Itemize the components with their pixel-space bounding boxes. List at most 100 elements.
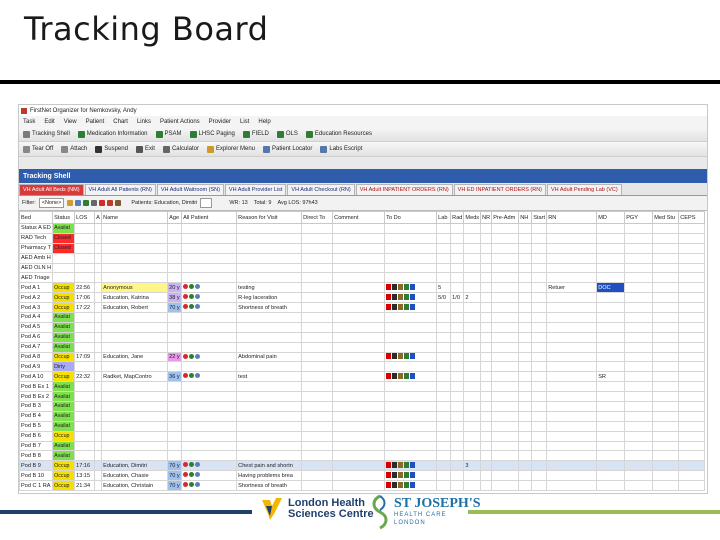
menu-item-links[interactable]: Links [137,119,151,125]
person-icon[interactable] [83,200,90,206]
tab-2[interactable]: VH Adult Waitroom (SN) [156,184,224,195]
column-header-pgy[interactable]: PGY [624,211,654,224]
cell-nh [518,381,533,393]
tab-7[interactable]: VH Adult Pending Lab (VC) [547,184,622,195]
table-row[interactable]: Pod B 9 Occup 17:16 Education, Dimitri 70 y C… [19,460,706,472]
column-header-status[interactable]: Status [52,211,76,224]
menu-item-patient-actions[interactable]: Patient Actions [160,119,200,125]
cell-preadm [491,242,520,254]
table-row[interactable]: Pod B 6 Occup [19,430,706,442]
table-row[interactable]: AED OLN H [19,262,706,274]
column-header-los[interactable]: LOS [74,211,96,224]
table-row[interactable]: Status A ED Availat [19,223,706,234]
toolbar1-button-education-resources[interactable]: Education Resources [305,130,372,138]
column-header-all-patient[interactable]: All Patient [181,211,238,224]
table-row[interactable]: Pod A 1 Occup 22:56 Anonymous 20 y testing 5 Re… [19,282,706,294]
column-header-a[interactable]: A [94,211,103,224]
column-header-age[interactable]: Age [167,211,183,224]
toolbar2-button-exit[interactable]: Exit [135,145,155,153]
sjh-logo: ST JOSEPH'S HEALTH CARE LONDON [370,494,481,530]
table-row[interactable]: RAD Tech Closed [19,232,706,244]
tab-1[interactable]: VH Adult All Patients (RN) [84,184,156,195]
patients-select[interactable] [200,198,213,208]
tab-5[interactable]: VH Adult INPATIENT ORDERS (RN) [355,184,453,195]
column-header-start[interactable]: Start [531,211,548,224]
menu-item-list[interactable]: List [240,119,249,125]
table-icon[interactable] [75,200,82,206]
column-header-meds[interactable]: Meds [463,211,482,224]
table-row[interactable]: Pod B 5 Availat [19,420,706,432]
table-row[interactable]: Pod A 8 Occup 17:09 Education, Jane 22 y Abdo… [19,351,706,363]
menu-item-chart[interactable]: Chart [113,119,128,125]
toolbar2-button-explorer-menu[interactable]: Explorer Menu [206,145,255,153]
table-row[interactable]: Pharmacy T Closed [19,242,706,254]
cell-todo [384,232,438,244]
tab-4[interactable]: VH Adult Checkout (RN) [287,184,355,195]
column-header-to-do[interactable]: To Do [384,211,438,224]
column-header-pre-adm[interactable]: Pre-Adm [491,211,520,224]
table-row[interactable]: Pod A 5 Availat [19,321,706,333]
column-header-bed[interactable]: Bed [19,211,54,224]
toolbar2-button-labs-escript[interactable]: Labs Escript [320,145,362,153]
tab-6[interactable]: VH ED INPATIENT ORDERS (RN) [453,184,547,195]
tab-0[interactable]: VH Adult All Beds (NM) [19,184,84,195]
column-header-rn[interactable]: RN [546,211,598,224]
table-row[interactable]: Pod B 7 Availat [19,440,706,452]
menu-item-view[interactable]: View [64,119,77,125]
toolbar1-button-medication-information[interactable]: Medication Information [77,130,148,138]
toolbar1-button-psam[interactable]: PSAM [155,130,182,138]
column-header-med-stu[interactable]: Med Stu [652,211,680,224]
table-row[interactable]: Pod B 4 Availat [19,410,706,422]
toolbar2-button-suspend[interactable]: Suspend [95,145,128,153]
toolbar1-button-lhsc-paging[interactable]: LHSC Paging [189,130,235,138]
toolbar-label: FIELD [251,131,269,137]
table-row[interactable]: Pod B 3 Availat [19,401,706,412]
menu-item-task[interactable]: Task [23,119,35,125]
toolbar2-button-tear-off[interactable]: Tear Off [23,145,53,153]
table-row[interactable]: Pod B Ex 1 Availat [19,381,706,393]
toolbar2-button-attach[interactable]: Attach [61,145,87,153]
table-row[interactable]: Pod B Ex 2 Availat [19,391,706,403]
column-header-comment[interactable]: Comment [332,211,386,224]
table-row[interactable]: Pod A 6 Availat [19,331,706,343]
toolbar1-button-tracking-shell[interactable]: Tracking Shell [23,130,70,138]
column-header-ceps[interactable]: CEPS [678,211,706,224]
column-header-name[interactable]: Name [101,211,169,224]
column-header-reason-for-visit[interactable]: Reason for Visit [236,211,303,224]
column-header-md[interactable]: MD [596,211,626,224]
table-row[interactable]: Pod A 9 Dirty [19,361,706,373]
toolbar2-button-calculator[interactable]: Calculator [162,145,199,153]
table-row[interactable]: Pod A 10 Occup 22:32 Radket, MapContro 36 y t… [19,371,706,383]
menu-item-help[interactable]: Help [258,119,270,125]
table-row[interactable]: Pod A 3 Occup 17:22 Education, Robert 70 y Sh… [19,302,706,314]
column-header-nh[interactable]: NH [518,211,533,224]
note-icon[interactable] [115,200,122,206]
column-header-nr[interactable]: NR [480,211,493,224]
table-row[interactable]: AED Triage [19,272,706,284]
table-row[interactable]: AED Amb H [19,252,706,264]
menu-item-provider[interactable]: Provider [209,119,231,125]
cell-comment [332,351,386,363]
table-row[interactable]: Pod A 7 Availat [19,341,706,353]
car-icon[interactable] [107,200,114,206]
menu-item-edit[interactable]: Edit [44,119,54,125]
table-row[interactable]: Pod B 10 Occup 13:15 Education, Chasie 70 y H… [19,470,706,482]
alert-icon[interactable] [99,200,106,206]
table-row[interactable]: Pod B 8 Availat [19,450,706,462]
table-row[interactable]: Pod C 1 RA Occup 21:34 Education, Christain… [19,480,706,492]
toolbar1-button-field[interactable]: FIELD [242,130,269,138]
column-header-direct-to[interactable]: Direct To [301,211,334,224]
toolbar2-button-patient-locator[interactable]: Patient Locator [263,145,312,153]
cell-medstu [652,401,680,412]
filter-icon[interactable] [67,200,74,206]
table-row[interactable]: Pod A 4 Availat [19,312,706,323]
menu-item-patient[interactable]: Patient [86,119,105,125]
column-header-rad[interactable]: Rad [450,211,465,224]
filter-select[interactable]: <None> [38,198,65,208]
print-icon[interactable] [91,200,98,206]
table-row[interactable]: Pod A 2 Occup 17:06 Education, Katrina 38 y R… [19,292,706,304]
tab-3[interactable]: VH Adult Provider List [224,184,287,195]
column-header-lab[interactable]: Lab [436,211,452,224]
toolbar1-button-ols[interactable]: OLS [276,130,298,138]
cell-rn [546,262,598,274]
